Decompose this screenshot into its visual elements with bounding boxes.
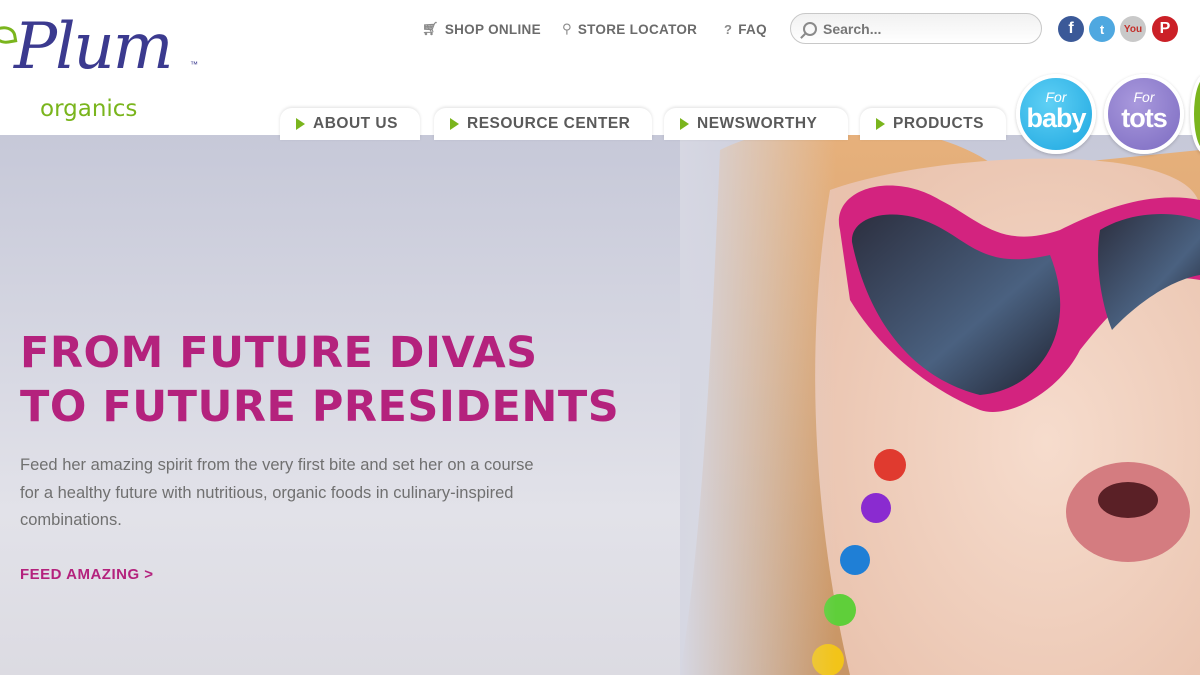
search-box[interactable] (790, 13, 1042, 44)
nav-label: ABOUT US (313, 115, 398, 132)
headline-line-2: TO FUTURE PRESIDENTS (20, 382, 620, 432)
facebook-icon[interactable]: f (1058, 16, 1084, 42)
hero-banner: FROM FUTURE DIVAS TO FUTURE PRESIDENTS F… (0, 130, 1200, 675)
shop-online-label: SHOP ONLINE (444, 21, 541, 37)
pinterest-glyph: P (1159, 20, 1171, 37)
tots-label: tots (1121, 103, 1168, 133)
play-arrow-icon (680, 118, 689, 130)
play-arrow-icon (296, 118, 305, 130)
nav-about-us[interactable]: ABOUT US (280, 108, 420, 140)
hero-body-text: Feed her amazing spirit from the very fi… (20, 456, 534, 529)
twitter-icon[interactable]: t (1089, 16, 1115, 42)
shopping-cart-icon: 🛒︎ (422, 21, 439, 36)
nav-products[interactable]: PRODUCTS (860, 108, 1006, 140)
store-locator-link[interactable]: ⚲ STORE LOCATOR (562, 18, 697, 40)
faq-link[interactable]: ? FAQ (724, 18, 767, 40)
map-pin-icon: ⚲ (562, 21, 572, 36)
headline-line-1: FROM FUTURE DIVAS (20, 328, 538, 378)
search-icon (803, 21, 817, 36)
for-label: For (1045, 89, 1067, 105)
for-tots-button[interactable]: For tots (1104, 74, 1184, 154)
facebook-glyph: f (1068, 20, 1074, 37)
hero-headline: FROM FUTURE DIVAS TO FUTURE PRESIDENTS (20, 326, 619, 434)
nav-label: RESOURCE CENTER (467, 115, 631, 132)
twitter-glyph: t (1099, 21, 1105, 37)
store-locator-label: STORE LOCATOR (577, 21, 698, 37)
baby-label: baby (1026, 103, 1086, 133)
faq-label: FAQ (738, 21, 767, 37)
feed-amazing-link[interactable]: FEED AMAZING > (20, 566, 154, 583)
plum-organics-logo[interactable]: Plum ™ organics (0, 4, 215, 124)
search-input[interactable] (823, 20, 1023, 37)
girl-heart-sunglasses-photo (680, 130, 1200, 675)
logo-wordmark: Plum (14, 10, 173, 84)
play-arrow-icon (450, 118, 459, 130)
question-mark-icon: ? (724, 21, 733, 37)
nav-label: PRODUCTS (893, 115, 984, 132)
logo-trademark: ™ (190, 60, 198, 69)
for-label: For (1133, 89, 1155, 105)
nav-newsworthy[interactable]: NEWSWORTHY (664, 108, 848, 140)
nav-label: NEWSWORTHY (697, 115, 818, 132)
shop-online-link[interactable]: 🛒︎ SHOP ONLINE (422, 18, 541, 40)
pinterest-icon[interactable]: P (1152, 16, 1178, 42)
for-baby-button[interactable]: For baby (1016, 74, 1096, 154)
nav-resource-center[interactable]: RESOURCE CENTER (434, 108, 652, 140)
youtube-icon[interactable]: You (1120, 16, 1146, 42)
play-arrow-icon (876, 118, 885, 130)
youtube-glyph: You (1123, 23, 1143, 35)
logo-subtitle: organics (40, 96, 138, 122)
